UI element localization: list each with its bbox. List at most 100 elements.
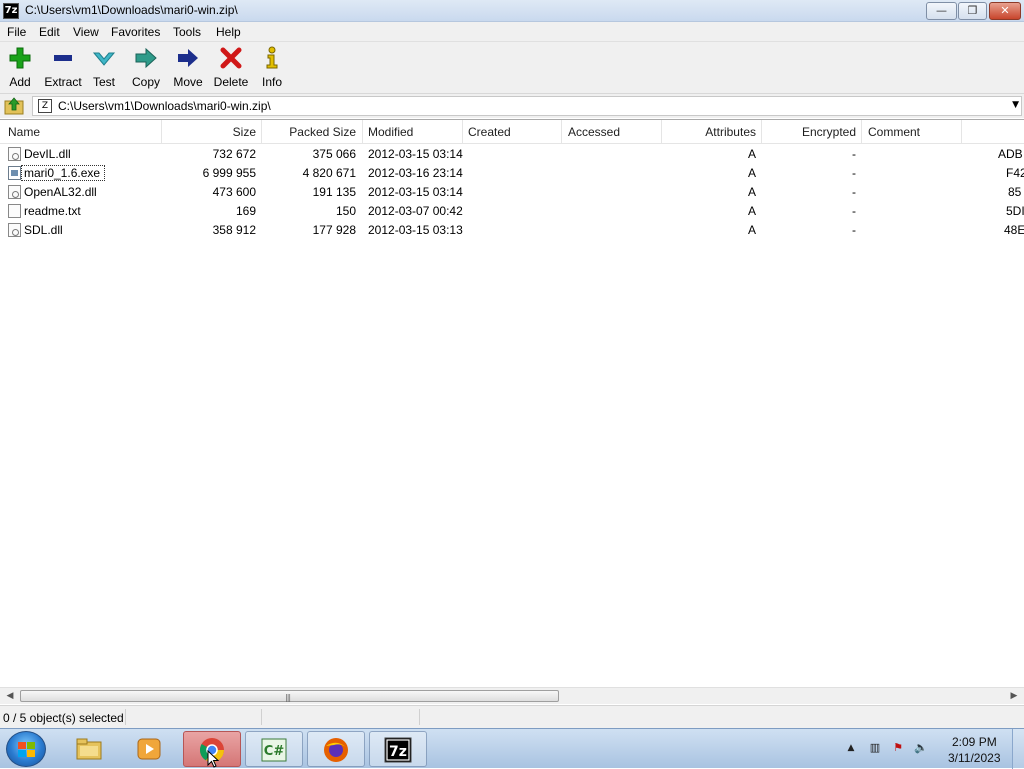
menu-tools[interactable]: Tools (173, 25, 201, 39)
column-encrypted[interactable]: Encrypted (761, 125, 856, 139)
delete-label: Delete (213, 75, 249, 89)
delete-button[interactable]: Delete (213, 46, 249, 89)
add-button[interactable]: Add (6, 46, 34, 89)
table-row[interactable]: readme.txt 169 150 2012-03-07 00:42 A - … (0, 202, 1024, 221)
file-name: mari0_1.6.exe (20, 165, 106, 181)
firefox-icon (324, 738, 348, 762)
column-divider[interactable] (362, 120, 363, 143)
file-modified: 2012-03-15 03:14 (368, 147, 463, 161)
volume-icon[interactable]: 🔈 (914, 741, 928, 755)
menu-help[interactable]: Help (216, 25, 241, 39)
horizontal-scrollbar[interactable]: ◀ ||| ▶ (0, 687, 1024, 704)
file-crc: 85 (1008, 185, 1022, 199)
file-size: 732 672 (212, 147, 256, 161)
scrollbar-thumb[interactable]: ||| (20, 690, 559, 702)
file-size: 473 600 (212, 185, 256, 199)
status-bar: 0 / 5 object(s) selected (0, 705, 1024, 728)
column-created[interactable]: Created (468, 125, 511, 139)
menu-file[interactable]: File (7, 25, 26, 39)
column-divider[interactable] (961, 120, 962, 143)
menu-view[interactable]: View (73, 25, 99, 39)
svg-text:C#: C# (264, 744, 285, 759)
file-name: SDL.dll (24, 223, 63, 237)
move-icon (178, 49, 198, 67)
close-button[interactable]: ✕ (989, 2, 1021, 20)
column-size[interactable]: Size (161, 125, 256, 139)
taskbar-explorer[interactable] (61, 731, 119, 767)
file-name: readme.txt (24, 204, 81, 218)
file-packed-size: 375 066 (312, 147, 356, 161)
column-attributes[interactable]: Attributes (661, 125, 756, 139)
file-packed-size: 150 (335, 204, 356, 218)
windows-logo-icon (18, 742, 35, 757)
column-divider[interactable] (861, 120, 862, 143)
info-button[interactable]: Info (259, 46, 285, 89)
show-desktop-button[interactable] (1012, 729, 1024, 769)
file-encrypted: - (852, 147, 856, 161)
clock-time[interactable]: 2:09 PM (952, 735, 997, 749)
info-label: Info (261, 75, 282, 89)
toolbar: Add Extract Test Copy Move Delete Info (0, 42, 1024, 94)
scroll-right-icon[interactable]: ▶ (1007, 690, 1021, 703)
column-divider[interactable] (561, 120, 562, 143)
file-crc: 48E (1004, 223, 1024, 237)
copy-button[interactable]: Copy (131, 46, 161, 89)
path-combobox[interactable]: Z C:\Users\vm1\Downloads\mari0-win.zip\ … (32, 96, 1022, 116)
minimize-icon: — (936, 4, 947, 17)
show-hidden-icons-icon[interactable]: ▲ (844, 741, 858, 755)
column-accessed[interactable]: Accessed (568, 125, 620, 139)
test-button[interactable]: Test (90, 46, 118, 89)
column-divider[interactable] (462, 120, 463, 143)
mouse-cursor-icon (207, 750, 219, 768)
column-name[interactable]: Name (8, 125, 40, 139)
file-name: OpenAL32.dll (24, 185, 97, 199)
taskbar-media-player[interactable] (121, 731, 179, 767)
info-icon (266, 46, 278, 69)
file-packed-size: 4 820 671 (302, 166, 356, 180)
dll-file-icon (8, 185, 21, 199)
minimize-button[interactable]: — (926, 2, 957, 20)
taskbar-7zip[interactable]: 7z (369, 731, 427, 767)
clock-date[interactable]: 3/11/2023 (948, 751, 1001, 765)
extract-button[interactable]: Extract (44, 46, 82, 89)
exe-file-icon (8, 166, 21, 180)
folder-icon (76, 738, 102, 760)
network-icon[interactable]: ▥ (868, 741, 882, 755)
maximize-button[interactable]: ❐ (958, 2, 987, 20)
file-modified: 2012-03-16 23:14 (368, 166, 463, 180)
media-player-icon (137, 738, 161, 760)
move-button[interactable]: Move (172, 46, 204, 89)
table-row[interactable]: SDL.dll 358 912 177 928 2012-03-15 03:13… (0, 221, 1024, 240)
taskbar-firefox[interactable] (307, 731, 365, 767)
menu-edit[interactable]: Edit (39, 25, 60, 39)
action-center-icon[interactable]: ⚑ (891, 741, 905, 755)
file-list: Name Size Packed Size Modified Created A… (0, 119, 1024, 687)
selection-status: 0 / 5 object(s) selected (3, 711, 124, 725)
taskbar-csharp[interactable]: C# (245, 731, 303, 767)
7zip-app-icon[interactable]: 7z (3, 3, 19, 19)
column-modified[interactable]: Modified (368, 125, 413, 139)
up-folder-icon[interactable] (3, 96, 25, 116)
file-modified: 2012-03-15 03:13 (368, 223, 463, 237)
start-button[interactable] (6, 731, 46, 767)
close-icon: ✕ (1000, 4, 1010, 17)
table-row[interactable]: mari0_1.6.exe 6 999 955 4 820 671 2012-0… (0, 164, 1024, 183)
file-crc: F42 (1006, 166, 1024, 180)
file-modified: 2012-03-07 00:42 (368, 204, 463, 218)
file-encrypted: - (852, 223, 856, 237)
dropdown-arrow-icon[interactable]: ▼ (1012, 100, 1019, 110)
column-packed-size[interactable]: Packed Size (261, 125, 356, 139)
menu-favorites[interactable]: Favorites (111, 25, 160, 39)
csharp-icon: C# (261, 738, 287, 762)
scroll-left-icon[interactable]: ◀ (3, 690, 17, 703)
table-row[interactable]: OpenAL32.dll 473 600 191 135 2012-03-15 … (0, 183, 1024, 202)
file-encrypted: - (852, 204, 856, 218)
status-divider (261, 709, 262, 725)
column-comment[interactable]: Comment (868, 125, 920, 139)
file-crc: ADB (998, 147, 1023, 161)
7zip-icon: 7z (384, 737, 412, 763)
table-row[interactable]: DevIL.dll 732 672 375 066 2012-03-15 03:… (0, 145, 1024, 164)
archive-icon: Z (38, 99, 52, 113)
extract-icon (54, 55, 72, 61)
svg-text:7z: 7z (389, 744, 407, 760)
